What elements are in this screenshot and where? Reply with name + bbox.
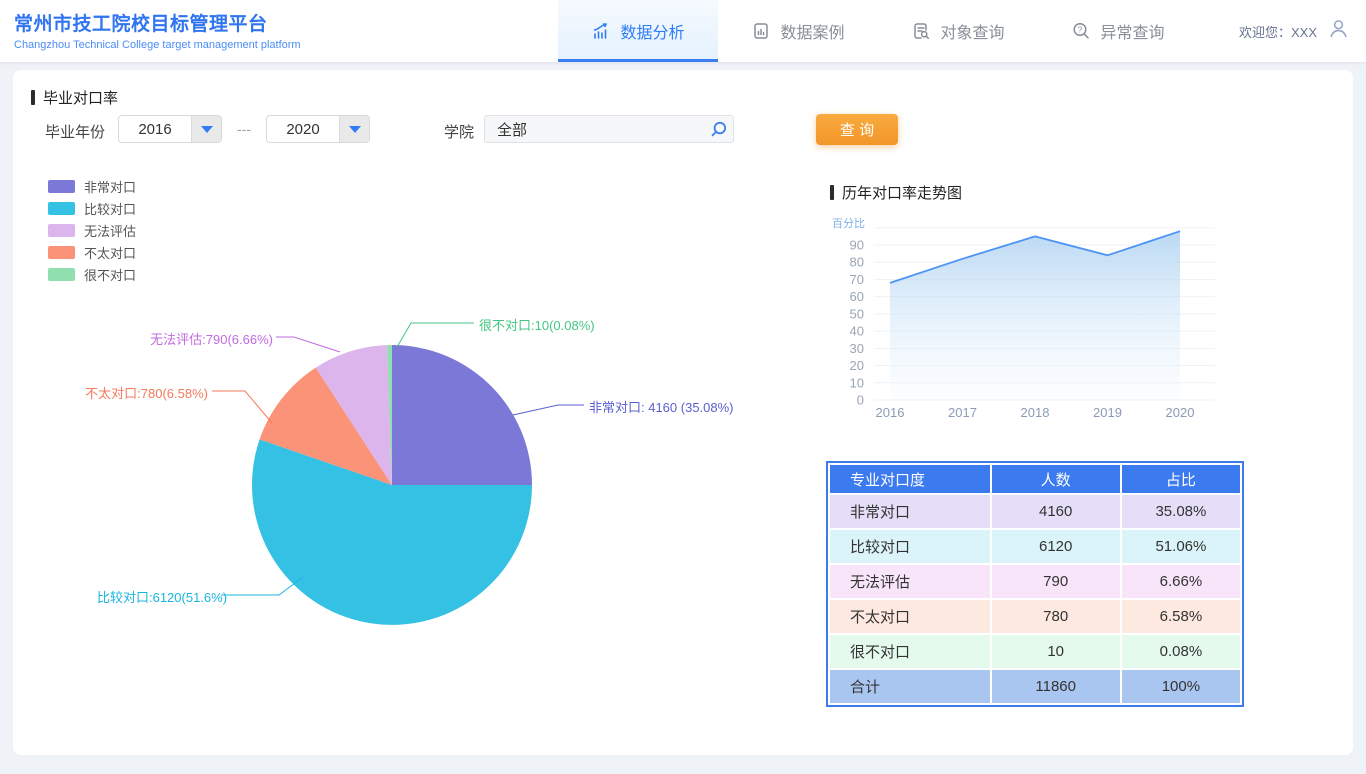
pie-callout-henbu: 很不对口:10(0.08%) — [479, 315, 595, 334]
y-tick-label: 70 — [850, 272, 864, 287]
tab-object-query[interactable]: 对象查询 — [878, 0, 1038, 62]
cell-category: 很不对口 — [830, 635, 990, 668]
cell-pct: 6.66% — [1122, 565, 1240, 598]
pie-slice[interactable] — [392, 345, 532, 485]
pie-leader-line — [276, 337, 340, 352]
cell-category: 合计 — [830, 670, 990, 703]
y-tick-label: 0 — [857, 393, 864, 408]
tab-label: 对象查询 — [940, 19, 1004, 43]
tab-label: 数据案例 — [780, 19, 844, 43]
cell-count: 11860 — [992, 670, 1120, 703]
welcome-area: 欢迎您：XXX — [1239, 0, 1350, 62]
pie-leader-line — [513, 405, 584, 415]
table-row: 不太对口7806.58% — [830, 600, 1240, 633]
main-panel: 毕业对口率 毕业年份 2016 --- 2020 学院 查 询 非常对口比较对口… — [13, 70, 1353, 755]
table-row: 非常对口416035.08% — [830, 495, 1240, 528]
x-tick-label: 2019 — [1093, 405, 1122, 420]
cell-count: 6120 — [992, 530, 1120, 563]
pie-slices — [252, 345, 532, 625]
tab-label: 异常查询 — [1100, 19, 1164, 43]
document-search-icon — [911, 21, 931, 41]
cell-count: 10 — [992, 635, 1120, 668]
table-row: 很不对口100.08% — [830, 635, 1240, 668]
y-tick-label: 80 — [850, 255, 864, 270]
result-table: 专业对口度 人数 占比 非常对口416035.08%比较对口612051.06%… — [826, 461, 1244, 707]
cell-count: 4160 — [992, 495, 1120, 528]
bar-chart-arrow-icon — [591, 21, 611, 41]
y-tick-label: 40 — [850, 324, 864, 339]
table-row: 比较对口612051.06% — [830, 530, 1240, 563]
pie-leader-line — [212, 391, 272, 423]
query-button[interactable]: 查 询 — [816, 114, 898, 145]
tab-label: 数据分析 — [620, 19, 684, 43]
tab-data-cases[interactable]: 数据案例 — [718, 0, 878, 62]
x-tick-label: 2018 — [1021, 405, 1050, 420]
pie-callout-wufa: 无法评估:790(6.66%) — [123, 329, 273, 348]
cell-pct: 100% — [1122, 670, 1240, 703]
magnifier-question-icon: ? — [1071, 21, 1091, 41]
pie-callout-bijiao: 比较对口:6120(51.6%) — [97, 587, 227, 606]
cell-category: 非常对口 — [830, 495, 990, 528]
user-icon[interactable] — [1327, 17, 1350, 45]
result-table-body: 非常对口416035.08%比较对口612051.06%无法评估7906.66%… — [830, 495, 1240, 703]
trend-chart-svg: 0 10 20 30 40 50 60 70 80 90 2016 2017 2018 2019 2020 — [826, 195, 1246, 440]
y-tick-label: 20 — [850, 358, 864, 373]
cell-category: 比较对口 — [830, 530, 990, 563]
tab-data-analysis[interactable]: 数据分析 — [558, 0, 718, 62]
cell-pct: 0.08% — [1122, 635, 1240, 668]
y-tick-label: 10 — [850, 375, 864, 390]
welcome-label: 欢迎您： — [1239, 25, 1291, 40]
top-header: 常州市技工院校目标管理平台 Changzhou Technical Colleg… — [0, 0, 1366, 62]
app-subtitle: Changzhou Technical College target manag… — [14, 39, 301, 51]
cell-pct: 51.06% — [1122, 530, 1240, 563]
pie-leader-line — [397, 323, 474, 347]
table-header-row: 专业对口度 人数 占比 — [830, 465, 1240, 493]
y-tick-label: 90 — [850, 238, 864, 253]
table-row: 无法评估7906.66% — [830, 565, 1240, 598]
col-header-category: 专业对口度 — [830, 465, 990, 493]
x-tick-label: 2020 — [1166, 405, 1195, 420]
app-title: 常州市技工院校目标管理平台 — [14, 9, 301, 36]
col-header-pct: 占比 — [1122, 465, 1240, 493]
trend-area-fill — [890, 231, 1180, 400]
y-tick-label: 60 — [850, 289, 864, 304]
cell-category: 不太对口 — [830, 600, 990, 633]
app-logo: 常州市技工院校目标管理平台 Changzhou Technical Colleg… — [14, 9, 301, 51]
cell-pct: 35.08% — [1122, 495, 1240, 528]
document-chart-icon — [751, 21, 771, 41]
main-nav: 数据分析 数据案例 对象查询 — [558, 0, 1198, 62]
col-header-count: 人数 — [992, 465, 1120, 493]
table-row: 合计11860100% — [830, 670, 1240, 703]
cell-count: 790 — [992, 565, 1120, 598]
svg-text:?: ? — [1078, 25, 1083, 35]
x-tick-label: 2017 — [948, 405, 977, 420]
cell-count: 780 — [992, 600, 1120, 633]
cell-category: 无法评估 — [830, 565, 990, 598]
cell-pct: 6.58% — [1122, 600, 1240, 633]
username: XXX — [1291, 25, 1317, 40]
y-tick-label: 50 — [850, 306, 864, 321]
trend-area — [890, 231, 1180, 400]
y-tick-label: 30 — [850, 341, 864, 356]
pie-callout-feichang: 非常对口: 4160 (35.08%) — [589, 397, 734, 416]
tab-anomaly-query[interactable]: ? 异常查询 — [1038, 0, 1198, 62]
welcome-text: 欢迎您：XXX — [1239, 22, 1317, 41]
pie-callout-butai: 不太对口:780(6.58%) — [58, 383, 208, 402]
x-tick-label: 2016 — [876, 405, 905, 420]
